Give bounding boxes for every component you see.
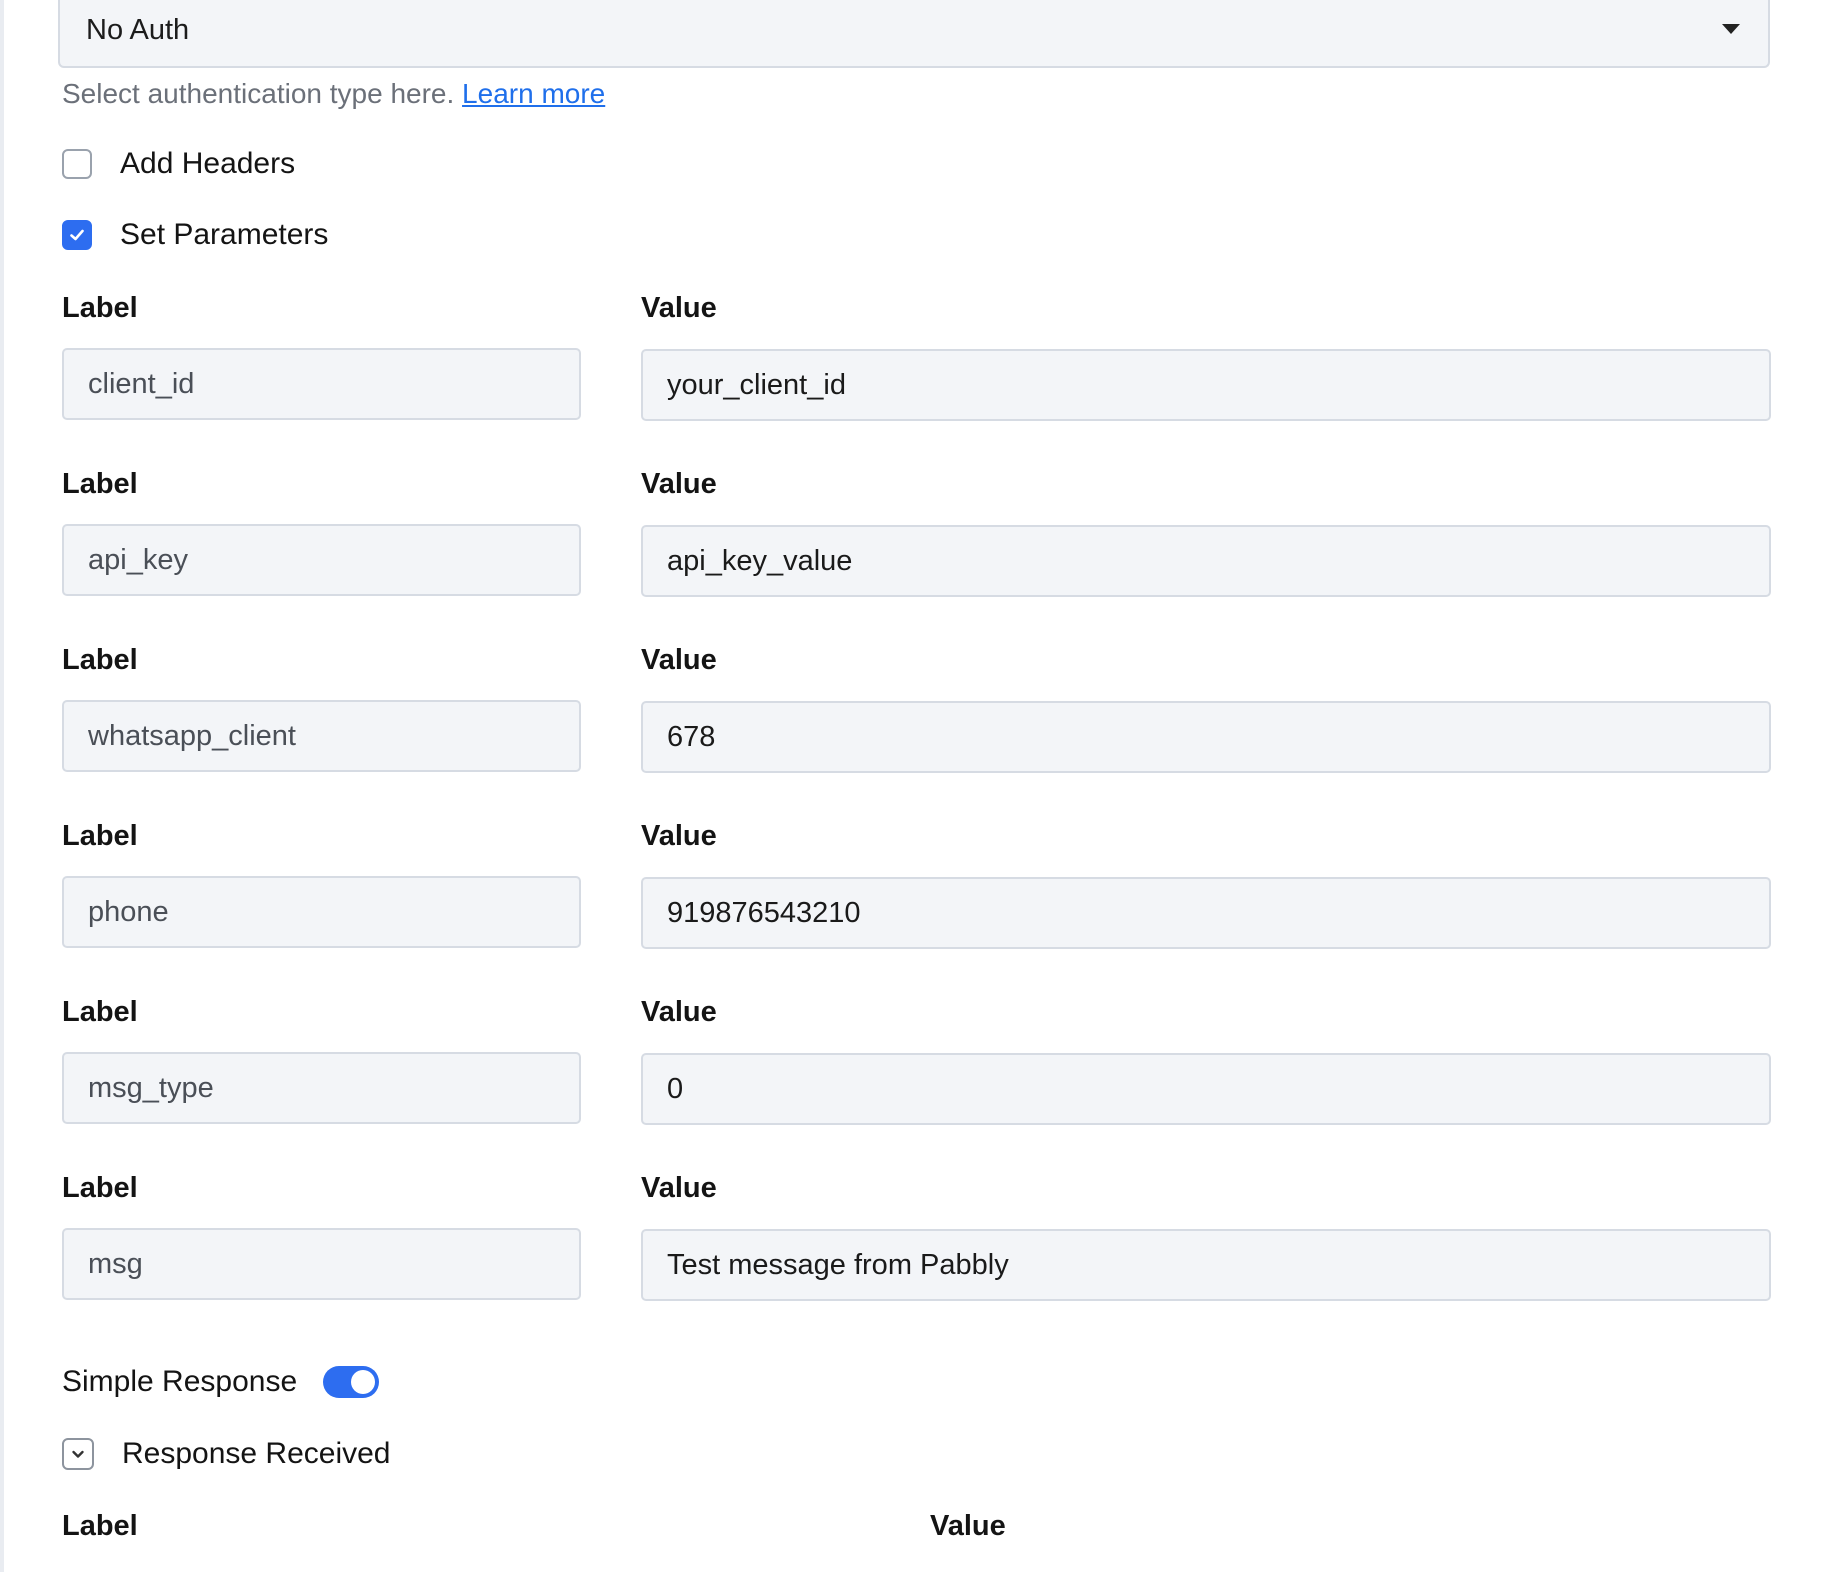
- auth-type-select[interactable]: No Auth: [58, 0, 1770, 68]
- param-label-input[interactable]: api_key: [62, 524, 581, 596]
- param-label-input[interactable]: msg_type: [62, 1052, 581, 1124]
- simple-response-label: Simple Response: [62, 1365, 298, 1398]
- response-value-header: Value: [930, 1510, 1006, 1542]
- set-parameters-label: Set Parameters: [120, 218, 329, 251]
- auth-help-label: Select authentication type here.: [62, 78, 455, 109]
- form-panel: No Auth Select authentication type here.…: [0, 0, 1830, 1572]
- collapse-toggle-button[interactable]: [62, 1438, 94, 1470]
- set-parameters-option[interactable]: Set Parameters: [62, 215, 328, 255]
- param-label-header: Label: [62, 292, 138, 324]
- param-label-header: Label: [62, 644, 138, 676]
- param-value-input[interactable]: Test message from Pabbly: [641, 1229, 1771, 1301]
- chevron-down-icon: [72, 1450, 84, 1458]
- param-value-header: Value: [641, 820, 717, 852]
- param-label-header: Label: [62, 468, 138, 500]
- param-value-header: Value: [641, 644, 717, 676]
- param-label-input[interactable]: whatsapp_client: [62, 700, 581, 772]
- param-label-header: Label: [62, 996, 138, 1028]
- param-value-input[interactable]: 919876543210: [641, 877, 1771, 949]
- param-label-header: Label: [62, 1172, 138, 1204]
- caret-down-icon: [1722, 24, 1740, 34]
- param-label-header: Label: [62, 820, 138, 852]
- response-received-label: Response Received: [122, 1437, 391, 1470]
- param-value-input[interactable]: your_client_id: [641, 349, 1771, 421]
- add-headers-checkbox[interactable]: [62, 149, 92, 179]
- add-headers-label: Add Headers: [120, 147, 296, 180]
- learn-more-link[interactable]: Learn more: [462, 78, 605, 109]
- toggle-knob: [351, 1370, 376, 1394]
- param-value-header: Value: [641, 996, 717, 1028]
- param-label-input[interactable]: client_id: [62, 348, 581, 420]
- param-value-header: Value: [641, 1172, 717, 1204]
- param-value-input[interactable]: api_key_value: [641, 525, 1771, 597]
- auth-type-selected-value: No Auth: [86, 14, 190, 46]
- simple-response-option: Simple Response: [62, 1362, 380, 1402]
- param-label-input[interactable]: phone: [62, 876, 581, 948]
- param-value-header: Value: [641, 292, 717, 324]
- response-label-header: Label: [62, 1510, 138, 1542]
- param-value-input[interactable]: 678: [641, 701, 1771, 773]
- auth-help-text: Select authentication type here. Learn m…: [62, 78, 605, 110]
- add-headers-option[interactable]: Add Headers: [62, 144, 295, 184]
- checkmark-icon: [70, 229, 84, 241]
- param-value-input[interactable]: 0: [641, 1053, 1771, 1125]
- set-parameters-checkbox[interactable]: [62, 220, 92, 250]
- response-received-section[interactable]: Response Received: [62, 1434, 391, 1474]
- simple-response-toggle[interactable]: [323, 1366, 380, 1398]
- param-value-header: Value: [641, 468, 717, 500]
- param-label-input[interactable]: msg: [62, 1228, 581, 1300]
